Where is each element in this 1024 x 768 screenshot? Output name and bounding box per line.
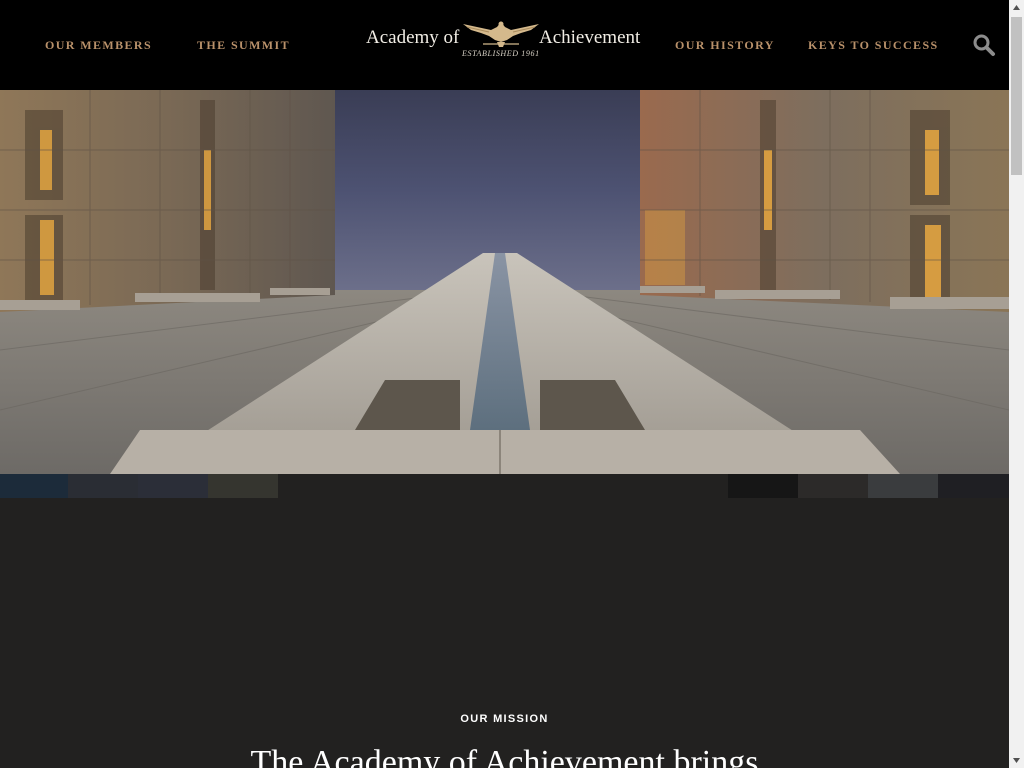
scroll-down-arrow-icon[interactable]: [1009, 753, 1024, 768]
eagle-icon: [463, 21, 539, 47]
site-header: OUR MEMBERS THE SUMMIT Academy of Achiev…: [0, 0, 1009, 90]
mission-heading: The Academy of Achievement brings: [250, 744, 759, 768]
nav-our-members[interactable]: OUR MEMBERS: [45, 38, 152, 53]
page-scrollbar[interactable]: [1009, 0, 1024, 768]
hero-image: [0, 90, 1009, 474]
thumbnail[interactable]: [208, 474, 278, 498]
logo-subtitle: ESTABLISHED 1961: [462, 49, 540, 58]
logo-text-left: Academy of: [366, 27, 460, 48]
thumbnail[interactable]: [138, 474, 208, 498]
nav-keys-to-success[interactable]: KEYS TO SUCCESS: [808, 38, 939, 53]
search-icon: [973, 34, 995, 56]
nav-the-summit[interactable]: THE SUMMIT: [197, 38, 290, 53]
thumbnail[interactable]: [868, 474, 938, 498]
nav-our-history[interactable]: OUR HISTORY: [675, 38, 775, 53]
salk-courtyard-illustration: [0, 90, 1009, 474]
scroll-up-arrow-icon[interactable]: [1009, 0, 1024, 15]
thumbnail[interactable]: [0, 474, 70, 498]
thumbnail[interactable]: [798, 474, 868, 498]
page: OUR MEMBERS THE SUMMIT Academy of Achiev…: [0, 0, 1009, 768]
thumbnail[interactable]: [68, 474, 138, 498]
thumbnail-strip: [0, 474, 1009, 498]
scrollbar-thumb[interactable]: [1011, 17, 1022, 175]
site-logo[interactable]: Academy of Achievement ESTABLISHED 1961: [366, 16, 644, 64]
search-button[interactable]: [972, 33, 996, 57]
thumbnail[interactable]: [938, 474, 1009, 498]
thumbnail[interactable]: [728, 474, 798, 498]
logo-text-right: Achievement: [539, 27, 641, 48]
mission-label: OUR MISSION: [460, 713, 549, 725]
